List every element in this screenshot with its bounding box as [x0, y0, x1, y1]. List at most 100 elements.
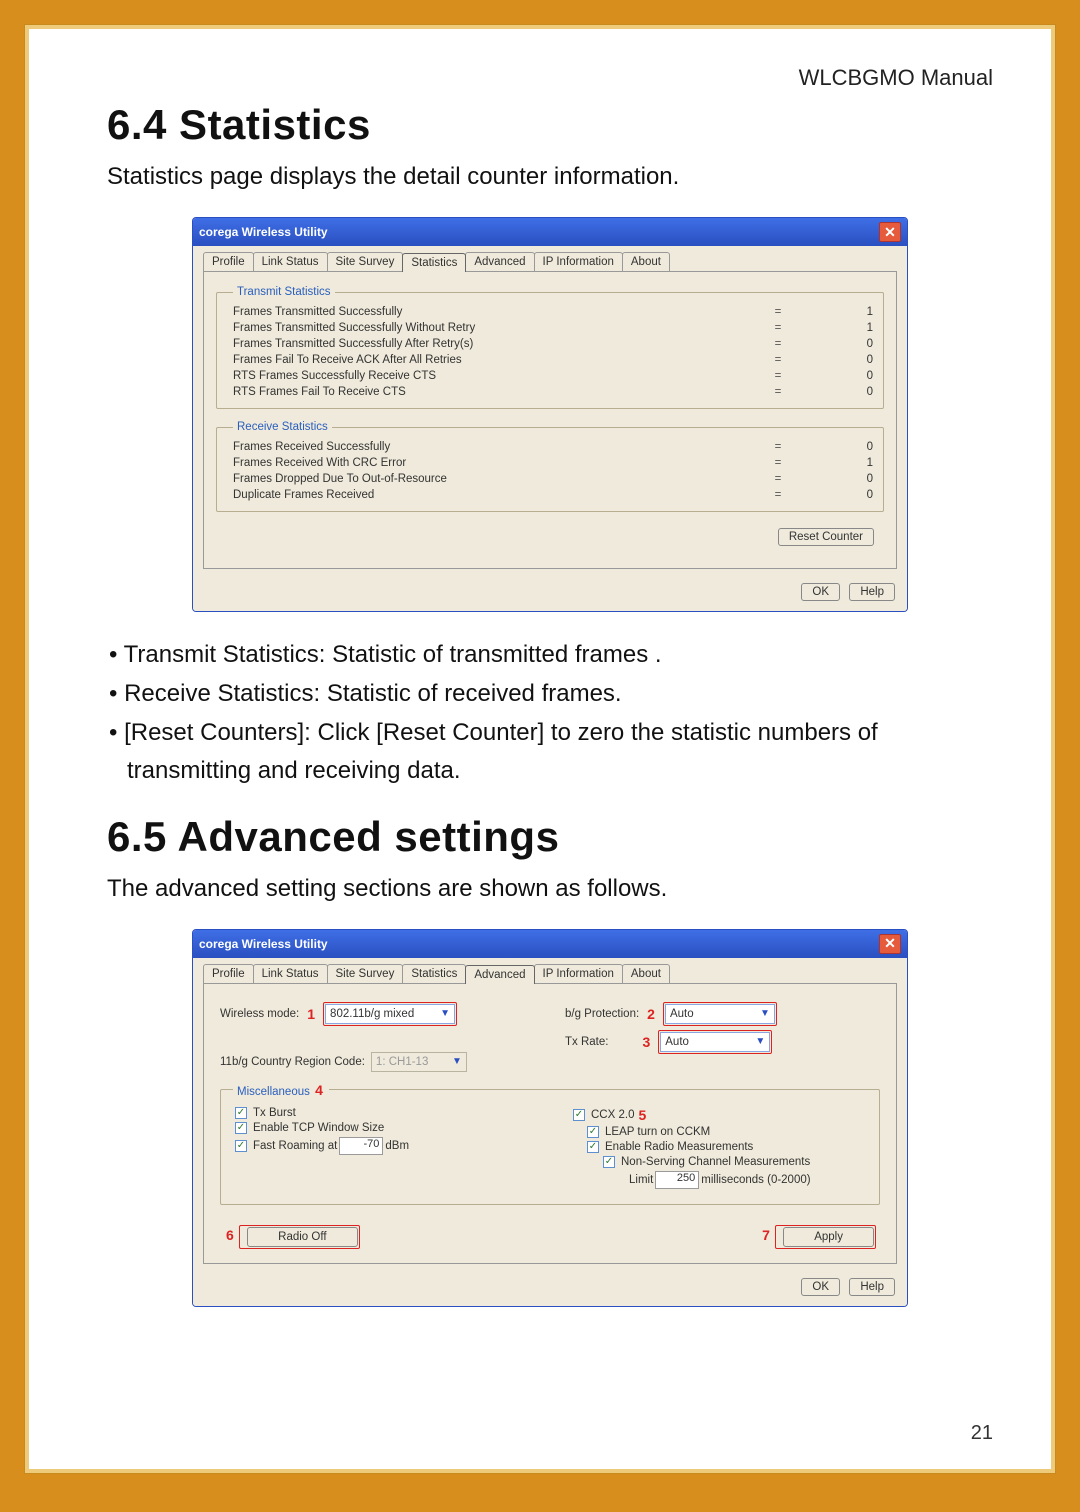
nonserving-label: Non-Serving Channel Measurements: [621, 1156, 810, 1168]
receive-statistics-group: Receive Statistics Frames Received Succe…: [216, 421, 884, 512]
stat-value: 1: [803, 457, 873, 469]
stat-label: RTS Frames Fail To Receive CTS: [233, 386, 753, 398]
help-button[interactable]: Help: [849, 1278, 895, 1296]
tx-burst-label: Tx Burst: [253, 1107, 296, 1119]
bg-protection-label: b/g Protection:: [565, 1008, 639, 1020]
select-value: Auto: [670, 1008, 694, 1020]
apply-button[interactable]: Apply: [783, 1227, 874, 1247]
ms-label: milliseconds (0-2000): [701, 1174, 810, 1186]
callout-2: 2: [647, 1006, 655, 1022]
miscellaneous-group: Miscellaneous 4 ✓ Tx Burst ✓: [220, 1082, 880, 1205]
stat-label: Duplicate Frames Received: [233, 489, 753, 501]
tab-ipinfo[interactable]: IP Information: [534, 252, 623, 271]
callout-7: 7: [762, 1227, 770, 1243]
tab-statistics[interactable]: Statistics: [402, 253, 466, 272]
chevron-down-icon: ▼: [760, 1008, 770, 1019]
stat-label: Frames Transmitted Successfully After Re…: [233, 338, 753, 350]
close-icon[interactable]: ✕: [879, 222, 901, 242]
tcp-window-label: Enable TCP Window Size: [253, 1122, 384, 1134]
stat-value: 0: [803, 354, 873, 366]
section-65-title: 6.5 Advanced settings: [107, 813, 993, 861]
tab-linkstatus[interactable]: Link Status: [253, 964, 328, 983]
radio-meas-checkbox[interactable]: ✓: [587, 1141, 599, 1153]
transmit-statistics-group: Transmit Statistics Frames Transmitted S…: [216, 286, 884, 409]
stat-label: Frames Received With CRC Error: [233, 457, 753, 469]
tx-rate-select[interactable]: Auto ▼: [660, 1032, 770, 1052]
tab-about[interactable]: About: [622, 252, 670, 271]
stat-label: RTS Frames Successfully Receive CTS: [233, 370, 753, 382]
nonserving-checkbox[interactable]: ✓: [603, 1156, 615, 1168]
leap-label: LEAP turn on CCKM: [605, 1126, 710, 1138]
window-title: corega Wireless Utility: [199, 225, 328, 239]
stat-value: 0: [803, 473, 873, 485]
ccx-checkbox[interactable]: ✓: [573, 1109, 585, 1121]
window-title: corega Wireless Utility: [199, 937, 328, 951]
chevron-down-icon: ▼: [452, 1056, 462, 1067]
ok-button[interactable]: OK: [801, 583, 840, 601]
radio-meas-label: Enable Radio Measurements: [605, 1141, 753, 1153]
limit-ms-input[interactable]: 250: [655, 1171, 699, 1189]
bg-protection-select[interactable]: Auto ▼: [665, 1004, 775, 1024]
callout-5: 5: [638, 1107, 646, 1123]
callout-4: 4: [315, 1082, 323, 1098]
ccx-label: CCX 2.0: [591, 1109, 634, 1121]
section-65-intro: The advanced setting sections are shown …: [107, 871, 993, 907]
transmit-legend: Transmit Statistics: [233, 286, 335, 298]
stat-label: Frames Transmitted Successfully: [233, 306, 753, 318]
tab-profile[interactable]: Profile: [203, 252, 254, 271]
tab-advanced[interactable]: Advanced: [465, 965, 534, 984]
fast-roaming-dbm-input[interactable]: -70: [339, 1137, 383, 1155]
callout-6: 6: [226, 1227, 234, 1243]
tx-rate-label: Tx Rate:: [565, 1036, 608, 1048]
stat-value: 0: [803, 338, 873, 350]
tab-statistics[interactable]: Statistics: [402, 964, 466, 983]
close-icon[interactable]: ✕: [879, 934, 901, 954]
stat-value: 0: [803, 386, 873, 398]
wireless-mode-label: Wireless mode:: [220, 1008, 299, 1020]
limit-label: Limit: [629, 1174, 653, 1186]
country-code-label: 11b/g Country Region Code:: [220, 1056, 365, 1068]
bullet-item: [Reset Counters]: Click [Reset Counter] …: [127, 714, 993, 788]
advanced-window: corega Wireless Utility ✕ Profile Link S…: [192, 929, 908, 1307]
stat-label: Frames Received Successfully: [233, 441, 753, 453]
tab-ipinfo[interactable]: IP Information: [534, 964, 623, 983]
receive-legend: Receive Statistics: [233, 421, 332, 433]
tab-about[interactable]: About: [622, 964, 670, 983]
tab-profile[interactable]: Profile: [203, 964, 254, 983]
tab-linkstatus[interactable]: Link Status: [253, 252, 328, 271]
tcp-window-checkbox[interactable]: ✓: [235, 1122, 247, 1134]
section-64-title: 6.4 Statistics: [107, 101, 993, 149]
wireless-mode-select[interactable]: 802.11b/g mixed ▼: [325, 1004, 455, 1024]
stat-label: Frames Transmitted Successfully Without …: [233, 322, 753, 334]
stat-value: 1: [803, 322, 873, 334]
fast-roaming-checkbox[interactable]: ✓: [235, 1140, 247, 1152]
leap-checkbox[interactable]: ✓: [587, 1126, 599, 1138]
bullet-item: Transmit Statistics: Statistic of transm…: [127, 636, 993, 673]
radio-off-button[interactable]: Radio Off: [247, 1227, 357, 1247]
section-64-bullets: Transmit Statistics: Statistic of transm…: [109, 636, 993, 789]
help-button[interactable]: Help: [849, 583, 895, 601]
stat-value: 0: [803, 489, 873, 501]
tab-row: Profile Link Status Site Survey Statisti…: [193, 246, 907, 271]
stat-value: 0: [803, 370, 873, 382]
stat-label: Frames Fail To Receive ACK After All Ret…: [233, 354, 753, 366]
tx-burst-checkbox[interactable]: ✓: [235, 1107, 247, 1119]
select-value: 1: CH1-13: [376, 1056, 428, 1068]
page-number: 21: [971, 1422, 993, 1445]
select-value: Auto: [665, 1036, 689, 1048]
reset-counter-button[interactable]: Reset Counter: [778, 528, 874, 546]
section-64-intro: Statistics page displays the detail coun…: [107, 159, 993, 195]
tab-sitesurvey[interactable]: Site Survey: [327, 964, 404, 983]
chevron-down-icon: ▼: [755, 1036, 765, 1047]
tab-advanced[interactable]: Advanced: [465, 252, 534, 271]
callout-1: 1: [307, 1006, 315, 1022]
callout-3: 3: [642, 1034, 650, 1050]
dbm-label: dBm: [385, 1140, 409, 1152]
misc-legend: Miscellaneous: [237, 1086, 310, 1098]
ok-button[interactable]: OK: [801, 1278, 840, 1296]
bullet-item: Receive Statistics: Statistic of receive…: [127, 675, 993, 712]
tab-sitesurvey[interactable]: Site Survey: [327, 252, 404, 271]
stat-value: 0: [803, 441, 873, 453]
stat-value: 1: [803, 306, 873, 318]
running-head: WLCBGMO Manual: [107, 65, 993, 91]
